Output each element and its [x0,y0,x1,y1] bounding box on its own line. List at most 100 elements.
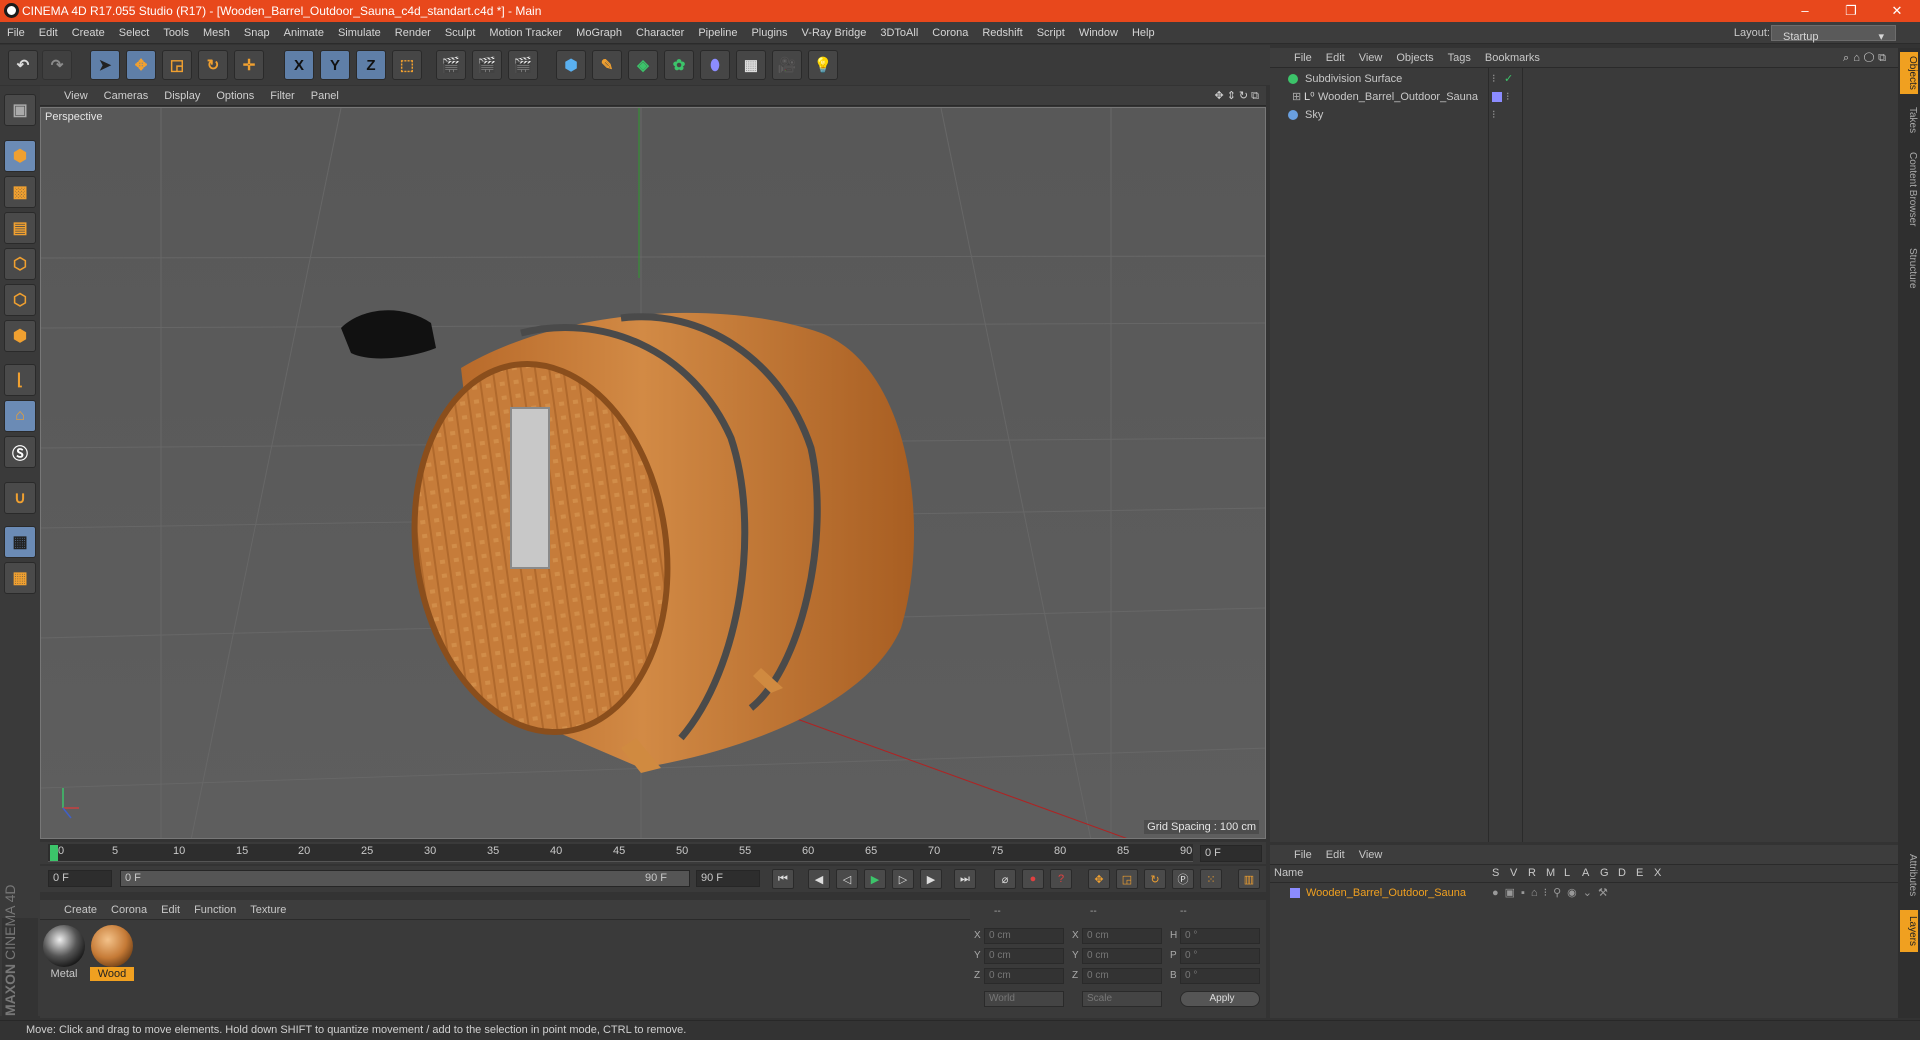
viewport-menu-panel[interactable]: Panel [303,86,347,106]
viewport-menu-display[interactable]: Display [156,86,208,106]
rotation-b-field[interactable]: 0 ° [1180,968,1260,984]
menu-animate[interactable]: Animate [277,22,331,44]
menu-plugins[interactable]: Plugins [744,22,794,44]
restore-button[interactable]: ❐ [1828,0,1874,22]
add-spline-button[interactable]: ✎ [592,50,622,80]
menu-sculpt[interactable]: Sculpt [438,22,483,44]
rotate-tool-button[interactable]: ↻ [198,50,228,80]
expand-plus-icon[interactable]: ⊞ [1292,88,1301,106]
magnet-button[interactable]: ∪ [4,482,36,514]
move-tool-button[interactable]: ✥ [126,50,156,80]
enabled-check-icon[interactable]: ✓ [1504,70,1513,88]
menu-motion-tracker[interactable]: Motion Tracker [482,22,569,44]
viewport-menu-options[interactable]: Options [208,86,262,106]
size-x-field[interactable]: 0 cm [1082,928,1162,944]
menu-snap[interactable]: Snap [237,22,277,44]
tab-content-browser[interactable]: Content Browser [1900,144,1918,234]
tab-takes[interactable]: Takes [1900,104,1918,136]
material-menu-create[interactable]: Create [40,900,104,920]
render-view-button[interactable]: 🎬 [436,50,466,80]
coordinate-mode-select[interactable]: World [984,991,1064,1007]
objects-menu-file[interactable]: File [1270,48,1319,68]
undo-button[interactable]: ↶ [8,50,38,80]
layers-menu-file[interactable]: File [1270,845,1319,865]
add-light-button[interactable]: 💡 [808,50,838,80]
menu-file[interactable]: File [0,22,32,44]
menu-render[interactable]: Render [388,22,438,44]
autokey-button[interactable]: ● [1022,869,1044,889]
snap-button[interactable]: Ⓢ [4,436,36,468]
key-scale-button[interactable]: ◲ [1116,869,1138,889]
make-editable-button[interactable]: ▣ [4,94,36,126]
material-swatch-metal[interactable]: Metal [42,925,86,983]
scale-tool-button[interactable]: ◲ [162,50,192,80]
rotation-p-field[interactable]: 0 ° [1180,948,1260,964]
points-mode-button[interactable]: ⬡ [4,248,36,280]
material-menu-edit[interactable]: Edit [154,900,187,920]
redo-button[interactable]: ↷ [42,50,72,80]
go-to-start-button[interactable]: ⏮ [772,869,794,889]
menu-mograph[interactable]: MoGraph [569,22,629,44]
workplane-align-button[interactable]: ▦ [4,562,36,594]
previous-frame-button[interactable]: ◁ [836,869,858,889]
viewport-menu-cameras[interactable]: Cameras [96,86,157,106]
add-cloner-button[interactable]: ✿ [664,50,694,80]
minimize-button[interactable]: – [1782,0,1828,22]
start-frame-field[interactable]: 0 F [48,870,112,887]
object-row-wooden-barrel[interactable]: ⊞ L⁰ Wooden_Barrel_Outdoor_Sauna ⁝ [1270,88,1898,106]
search-icon[interactable]: ⌕⌂◯⧉ [1843,48,1890,68]
tab-layers[interactable]: Layers [1900,910,1918,952]
live-selection-button[interactable]: ➤ [90,50,120,80]
y-axis-lock-button[interactable]: Y [320,50,350,80]
visibility-dots-icon[interactable]: ⁝ [1492,106,1496,124]
menu-script[interactable]: Script [1030,22,1072,44]
viewport-menu-filter[interactable]: Filter [262,86,302,106]
previous-key-button[interactable]: ◀ [808,869,830,889]
next-key-button[interactable]: ▶ [920,869,942,889]
menu-3dtoall[interactable]: 3DToAll [873,22,925,44]
objects-menu-bookmarks[interactable]: Bookmarks [1478,48,1547,68]
objects-menu-edit[interactable]: Edit [1319,48,1352,68]
current-frame-field[interactable]: 0 F [1200,845,1262,862]
size-mode-select[interactable]: Scale [1082,991,1162,1007]
position-z-field[interactable]: 0 cm [984,968,1064,984]
key-pla-button[interactable]: ⁙ [1200,869,1222,889]
go-to-end-button[interactable]: ⏭ [954,869,976,889]
menu-corona[interactable]: Corona [925,22,975,44]
timeline-playhead[interactable] [50,845,58,861]
add-deformer-button[interactable]: ⬮ [700,50,730,80]
end-frame-field[interactable]: 90 F [696,870,760,887]
position-y-field[interactable]: 0 cm [984,948,1064,964]
edges-mode-button[interactable]: ⬡ [4,284,36,316]
layout-select[interactable]: Startup ▾ [1771,25,1896,43]
tweak-mode-button[interactable]: ⌂ [4,400,36,432]
perspective-viewport[interactable]: Perspective Grid Spacing : 100 cm [40,107,1266,839]
position-x-field[interactable]: 0 cm [984,928,1064,944]
size-y-field[interactable]: 0 cm [1082,948,1162,964]
layer-flag-icons[interactable]: ●▣▪⌂⁝⚲◉⌄⚒ [1492,885,1614,901]
z-axis-lock-button[interactable]: Z [356,50,386,80]
layers-menu-view[interactable]: View [1352,845,1390,865]
material-menu-texture[interactable]: Texture [243,900,293,920]
keyframe-selection-button[interactable]: ? [1050,869,1072,889]
size-z-field[interactable]: 0 cm [1082,968,1162,984]
model-mode-button[interactable]: ⬢ [4,140,36,172]
objects-menu-tags[interactable]: Tags [1441,48,1478,68]
menu-help[interactable]: Help [1125,22,1162,44]
polygons-mode-button[interactable]: ⬢ [4,320,36,352]
transform-tool-button[interactable]: ✛ [234,50,264,80]
timeline-ruler[interactable]: 0 5 10 15 20 25 30 35 40 45 50 55 60 65 … [40,842,1266,864]
key-rotation-button[interactable]: ↻ [1144,869,1166,889]
tab-structure[interactable]: Structure [1900,242,1918,294]
material-menu-function[interactable]: Function [187,900,243,920]
menu-select[interactable]: Select [112,22,157,44]
axis-mode-button[interactable]: ⌊ [4,364,36,396]
layers-menu-edit[interactable]: Edit [1319,845,1352,865]
tab-objects[interactable]: Objects [1900,52,1918,94]
menu-create[interactable]: Create [65,22,112,44]
tab-attributes[interactable]: Attributes [1900,846,1918,904]
objects-menu-objects[interactable]: Objects [1389,48,1440,68]
material-swatch-wood[interactable]: Wood [90,925,134,983]
preview-range-slider[interactable]: 0 F 90 F [120,870,690,887]
menu-window[interactable]: Window [1072,22,1125,44]
